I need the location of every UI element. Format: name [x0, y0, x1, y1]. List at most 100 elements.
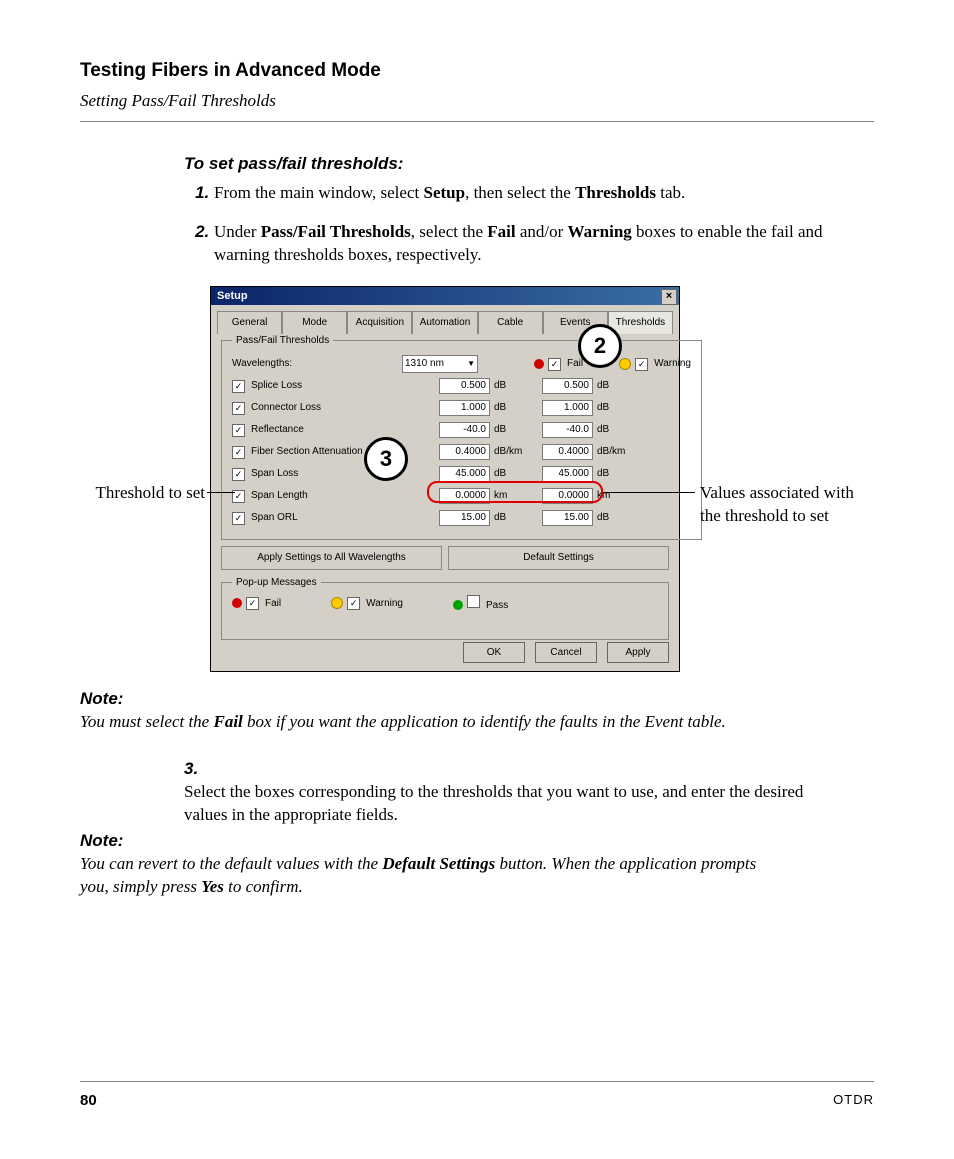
- unit-label: dB: [490, 467, 528, 481]
- annotation-line: [207, 492, 235, 493]
- threshold-row: ✓Reflectance-40.0dB-40.0dB: [232, 419, 691, 441]
- tab-mode[interactable]: Mode: [282, 311, 347, 334]
- threshold-row: ✓Splice Loss0.500dB0.500dB: [232, 375, 691, 397]
- unit-label: dB: [593, 467, 631, 481]
- unit-label: dB/km: [593, 445, 631, 459]
- fail-label: Fail: [567, 357, 583, 371]
- step-number: 3.: [184, 758, 214, 781]
- threshold-row: ✓Span ORL15.00dB15.00dB: [232, 507, 691, 529]
- passfail-legend: Pass/Fail Thresholds: [232, 334, 333, 348]
- tab-general[interactable]: General: [217, 311, 282, 334]
- unit-label: dB: [593, 511, 631, 525]
- fail-indicator-icon: [232, 598, 242, 608]
- threshold-checkbox[interactable]: ✓: [232, 402, 245, 415]
- unit-label: dB: [593, 401, 631, 415]
- threshold-warn-input[interactable]: 0.0000: [542, 488, 593, 504]
- page-number: 80: [80, 1091, 97, 1111]
- threshold-label: Connector Loss: [251, 401, 401, 415]
- threshold-fail-input[interactable]: -40.0: [439, 422, 490, 438]
- unit-label: dB: [490, 511, 528, 525]
- threshold-warn-input[interactable]: 0.4000: [542, 444, 593, 460]
- unit-label: dB: [593, 379, 631, 393]
- callout-circle-3: 3: [364, 437, 408, 481]
- step-2: Under Pass/Fail Thresholds, select the F…: [214, 221, 874, 267]
- header-rule: [80, 121, 874, 122]
- threshold-warn-input[interactable]: 15.00: [542, 510, 593, 526]
- threshold-checkbox[interactable]: ✓: [232, 424, 245, 437]
- popup-legend: Pop-up Messages: [232, 576, 321, 590]
- annotation-values: Values associated with the threshold to …: [700, 482, 860, 528]
- tab-cable[interactable]: Cable: [478, 311, 543, 334]
- note-label: Note:: [80, 688, 180, 711]
- threshold-row: ✓Span Loss45.000dB45.000dB: [232, 463, 691, 485]
- warning-indicator-icon: [619, 358, 631, 370]
- threshold-fail-input[interactable]: 0.4000: [439, 444, 490, 460]
- unit-label: dB: [490, 379, 528, 393]
- note-label: Note:: [80, 830, 180, 853]
- threshold-fail-input[interactable]: 0.0000: [439, 488, 490, 504]
- popup-messages-group: Pop-up Messages ✓Fail ✓Warning Pass: [221, 576, 669, 640]
- threshold-row: ✓Connector Loss1.000dB1.000dB: [232, 397, 691, 419]
- section-subheading: Setting Pass/Fail Thresholds: [80, 90, 874, 113]
- threshold-row: ✓Fiber Section Attenuation0.4000dB/km0.4…: [232, 441, 691, 463]
- doc-id: OTDR: [833, 1091, 874, 1111]
- warning-indicator-icon: [331, 597, 343, 609]
- threshold-fail-input[interactable]: 15.00: [439, 510, 490, 526]
- threshold-fail-input[interactable]: 0.500: [439, 378, 490, 394]
- annotation-line: [601, 492, 695, 493]
- warning-checkbox[interactable]: ✓: [635, 358, 648, 371]
- threshold-checkbox[interactable]: ✓: [232, 512, 245, 525]
- wavelengths-label: Wavelengths:: [232, 357, 402, 371]
- step-1: From the main window, select Setup, then…: [214, 182, 874, 205]
- tab-thresholds[interactable]: Thresholds: [608, 311, 673, 334]
- threshold-row: ✓Span Length0.0000km0.0000km: [232, 485, 691, 507]
- passfail-group: Pass/Fail Thresholds Wavelengths: 1310 n…: [221, 334, 702, 541]
- dialog-title: Setup: [217, 290, 248, 302]
- popup-pass-checkbox[interactable]: [467, 595, 480, 608]
- threshold-fail-input[interactable]: 1.000: [439, 400, 490, 416]
- threshold-checkbox[interactable]: ✓: [232, 380, 245, 393]
- note-body: You can revert to the default values wit…: [80, 853, 770, 899]
- wavelengths-select[interactable]: 1310 nm▼: [402, 355, 478, 373]
- default-settings-button[interactable]: Default Settings: [448, 546, 669, 570]
- procedure-title: To set pass/fail thresholds:: [184, 153, 403, 176]
- unit-label: dB: [490, 401, 528, 415]
- threshold-checkbox[interactable]: ✓: [232, 468, 245, 481]
- steps-list: From the main window, select Setup, then…: [184, 182, 874, 283]
- threshold-warn-input[interactable]: 1.000: [542, 400, 593, 416]
- pass-indicator-icon: [453, 600, 463, 610]
- threshold-label: Splice Loss: [251, 379, 401, 393]
- threshold-checkbox[interactable]: ✓: [232, 446, 245, 459]
- fail-indicator-icon: [534, 359, 544, 369]
- threshold-fail-input[interactable]: 45.000: [439, 466, 490, 482]
- section-heading: Testing Fibers in Advanced Mode: [80, 58, 874, 84]
- warning-label: Warning: [654, 357, 691, 371]
- popup-fail-checkbox[interactable]: ✓: [246, 597, 259, 610]
- unit-label: dB/km: [490, 445, 528, 459]
- apply-button[interactable]: Apply: [607, 642, 669, 664]
- threshold-warn-input[interactable]: 0.500: [542, 378, 593, 394]
- unit-label: dB: [490, 423, 528, 437]
- step-3: Select the boxes corresponding to the th…: [184, 781, 844, 827]
- tab-automation[interactable]: Automation: [412, 311, 477, 334]
- chevron-down-icon: ▼: [467, 359, 475, 370]
- threshold-label: Reflectance: [251, 423, 401, 437]
- cancel-button[interactable]: Cancel: [535, 642, 597, 664]
- unit-label: km: [490, 489, 528, 503]
- threshold-label: Span ORL: [251, 511, 401, 525]
- annotation-threshold-to-set: Threshold to set: [92, 482, 205, 505]
- threshold-warn-input[interactable]: 45.000: [542, 466, 593, 482]
- fail-checkbox[interactable]: ✓: [548, 358, 561, 371]
- ok-button[interactable]: OK: [463, 642, 525, 664]
- note-body: You must select the Fail box if you want…: [80, 711, 770, 734]
- footer-rule: [80, 1081, 874, 1082]
- popup-warning-checkbox[interactable]: ✓: [347, 597, 360, 610]
- threshold-label: Span Length: [251, 489, 401, 503]
- threshold-warn-input[interactable]: -40.0: [542, 422, 593, 438]
- tab-acquisition[interactable]: Acquisition: [347, 311, 412, 334]
- close-icon[interactable]: ×: [661, 289, 677, 305]
- apply-all-wavelengths-button[interactable]: Apply Settings to All Wavelengths: [221, 546, 442, 570]
- callout-circle-2: 2: [578, 324, 622, 368]
- dialog-titlebar: Setup ×: [211, 287, 679, 305]
- unit-label: dB: [593, 423, 631, 437]
